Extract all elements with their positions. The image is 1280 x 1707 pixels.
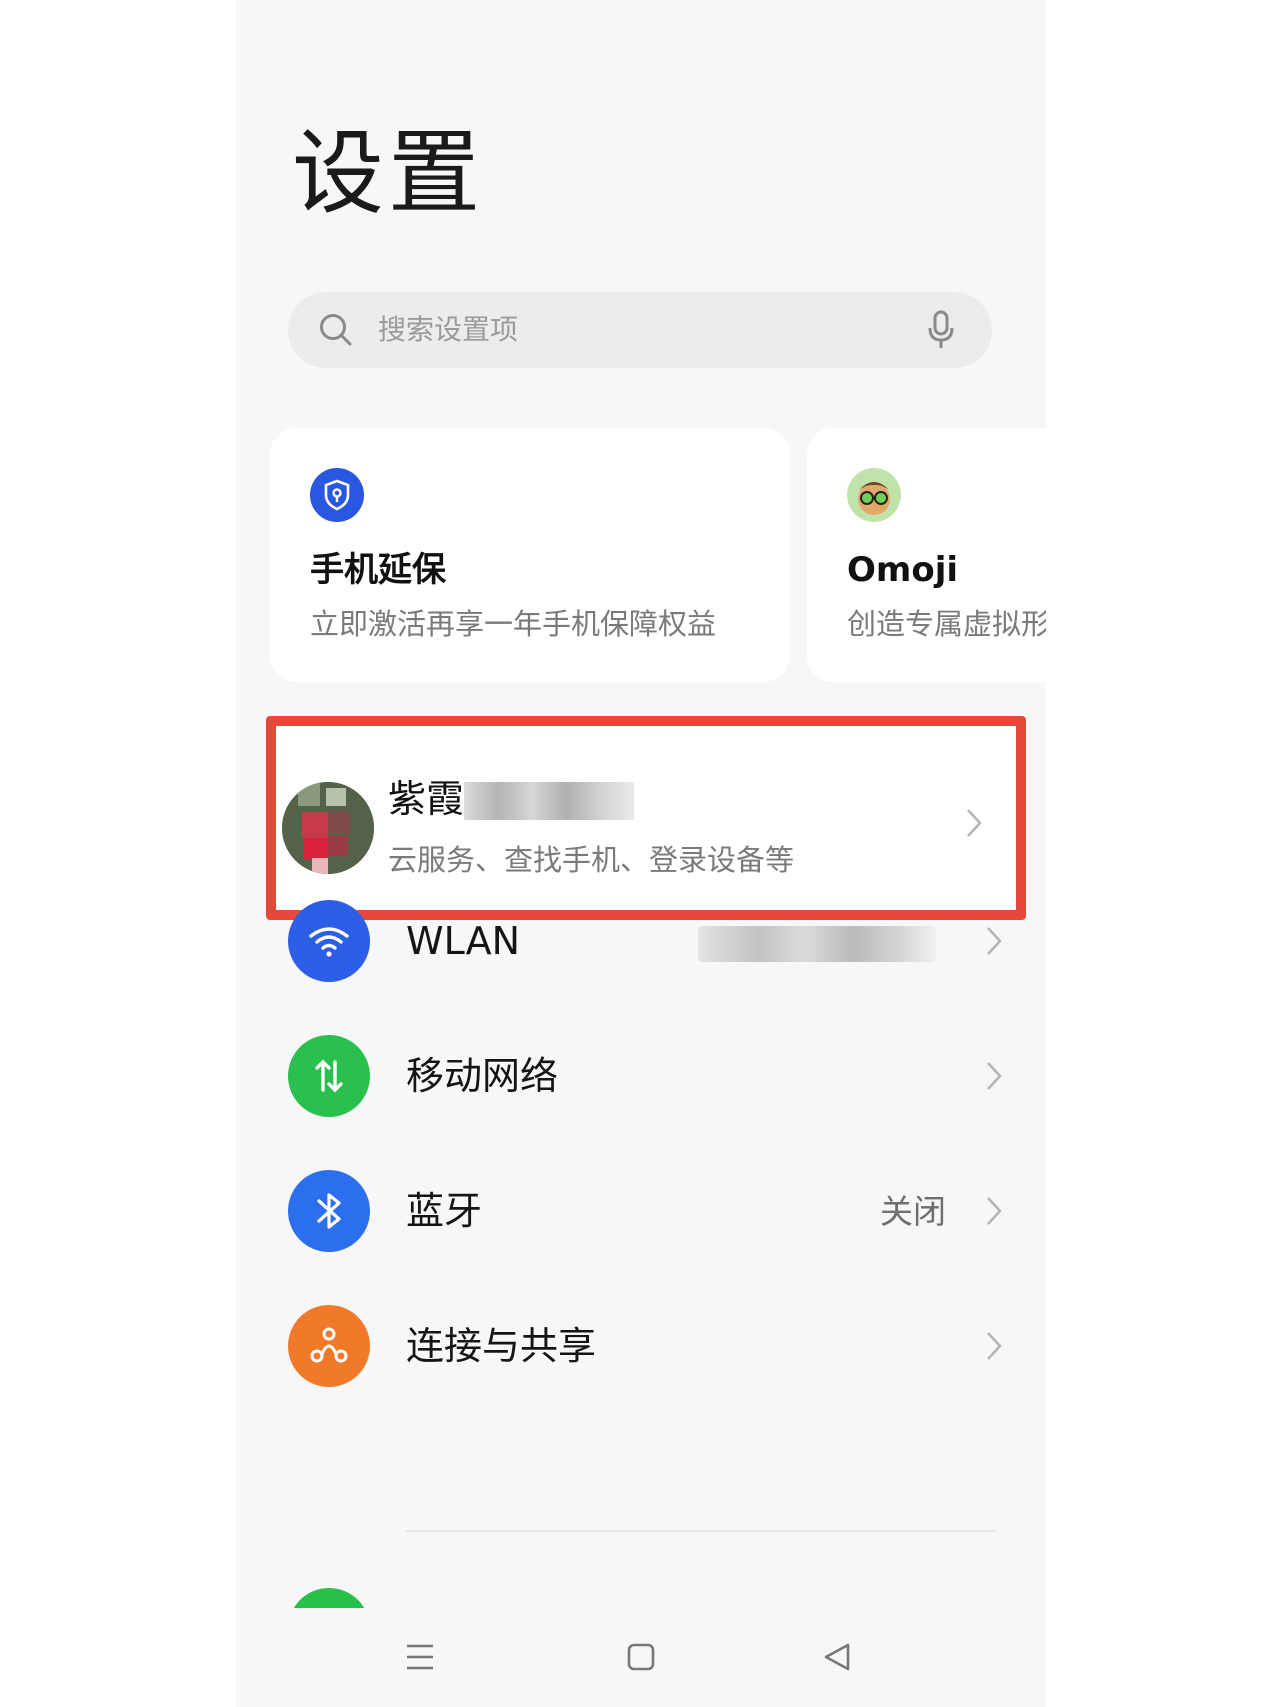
settings-item-label: 移动网络 xyxy=(406,1054,559,1098)
account-subtitle: 云服务、查找手机、登录设备等 xyxy=(388,843,795,877)
settings-item-label: WLAN xyxy=(406,919,521,963)
card-subtitle: 立即激活再享一年手机保障权益 xyxy=(310,607,717,641)
share-icon xyxy=(288,1305,370,1387)
account-name: 紫霞 xyxy=(388,777,465,821)
chevron-right-icon xyxy=(987,927,1002,955)
bluetooth-icon xyxy=(288,1170,370,1252)
avatar xyxy=(282,782,374,874)
chevron-right-icon xyxy=(987,1062,1002,1090)
search-bar[interactable]: 搜索设置项 xyxy=(288,292,992,368)
divider xyxy=(406,1530,996,1532)
chevron-right-icon xyxy=(987,1197,1002,1225)
microphone-icon[interactable] xyxy=(926,310,956,350)
bluetooth-status: 关闭 xyxy=(880,1192,946,1231)
card-title: Omoji xyxy=(847,550,958,590)
page-title: 设置 xyxy=(292,120,485,227)
settings-screen: 设置 搜索设置项 手机延保 立即激活再享一年手机保障权益 Omoji 创造专属虚… xyxy=(236,0,1046,1707)
card-omoji[interactable]: Omoji 创造专属虚拟形象 xyxy=(807,428,1046,682)
settings-item-label: 连接与共享 xyxy=(406,1324,597,1368)
back-icon[interactable] xyxy=(822,1642,852,1672)
settings-item-wlan[interactable]: WLAN xyxy=(236,876,1046,1006)
redacted-wifi-name xyxy=(698,926,936,962)
omoji-avatar-icon xyxy=(847,468,901,522)
mobile-data-icon xyxy=(288,1035,370,1117)
card-extended-warranty[interactable]: 手机延保 立即激活再享一年手机保障权益 xyxy=(270,428,790,682)
menu-icon[interactable] xyxy=(404,1642,436,1672)
settings-item-bluetooth[interactable]: 蓝牙 关闭 xyxy=(236,1146,1046,1276)
redacted-name xyxy=(464,782,634,820)
chevron-right-icon xyxy=(967,809,982,837)
search-icon xyxy=(320,314,352,346)
search-input[interactable]: 搜索设置项 xyxy=(378,310,518,350)
settings-item-connection-sharing[interactable]: 连接与共享 xyxy=(236,1281,1046,1411)
settings-item-mobile-network[interactable]: 移动网络 xyxy=(236,1011,1046,1141)
home-icon[interactable] xyxy=(626,1642,656,1672)
settings-item-label: 蓝牙 xyxy=(406,1189,483,1233)
shield-icon xyxy=(310,468,364,522)
card-title: 手机延保 xyxy=(310,550,446,590)
card-subtitle: 创造专属虚拟形象 xyxy=(847,607,1046,641)
wifi-icon xyxy=(288,900,370,982)
chevron-right-icon xyxy=(987,1332,1002,1360)
navigation-bar xyxy=(236,1608,1046,1707)
